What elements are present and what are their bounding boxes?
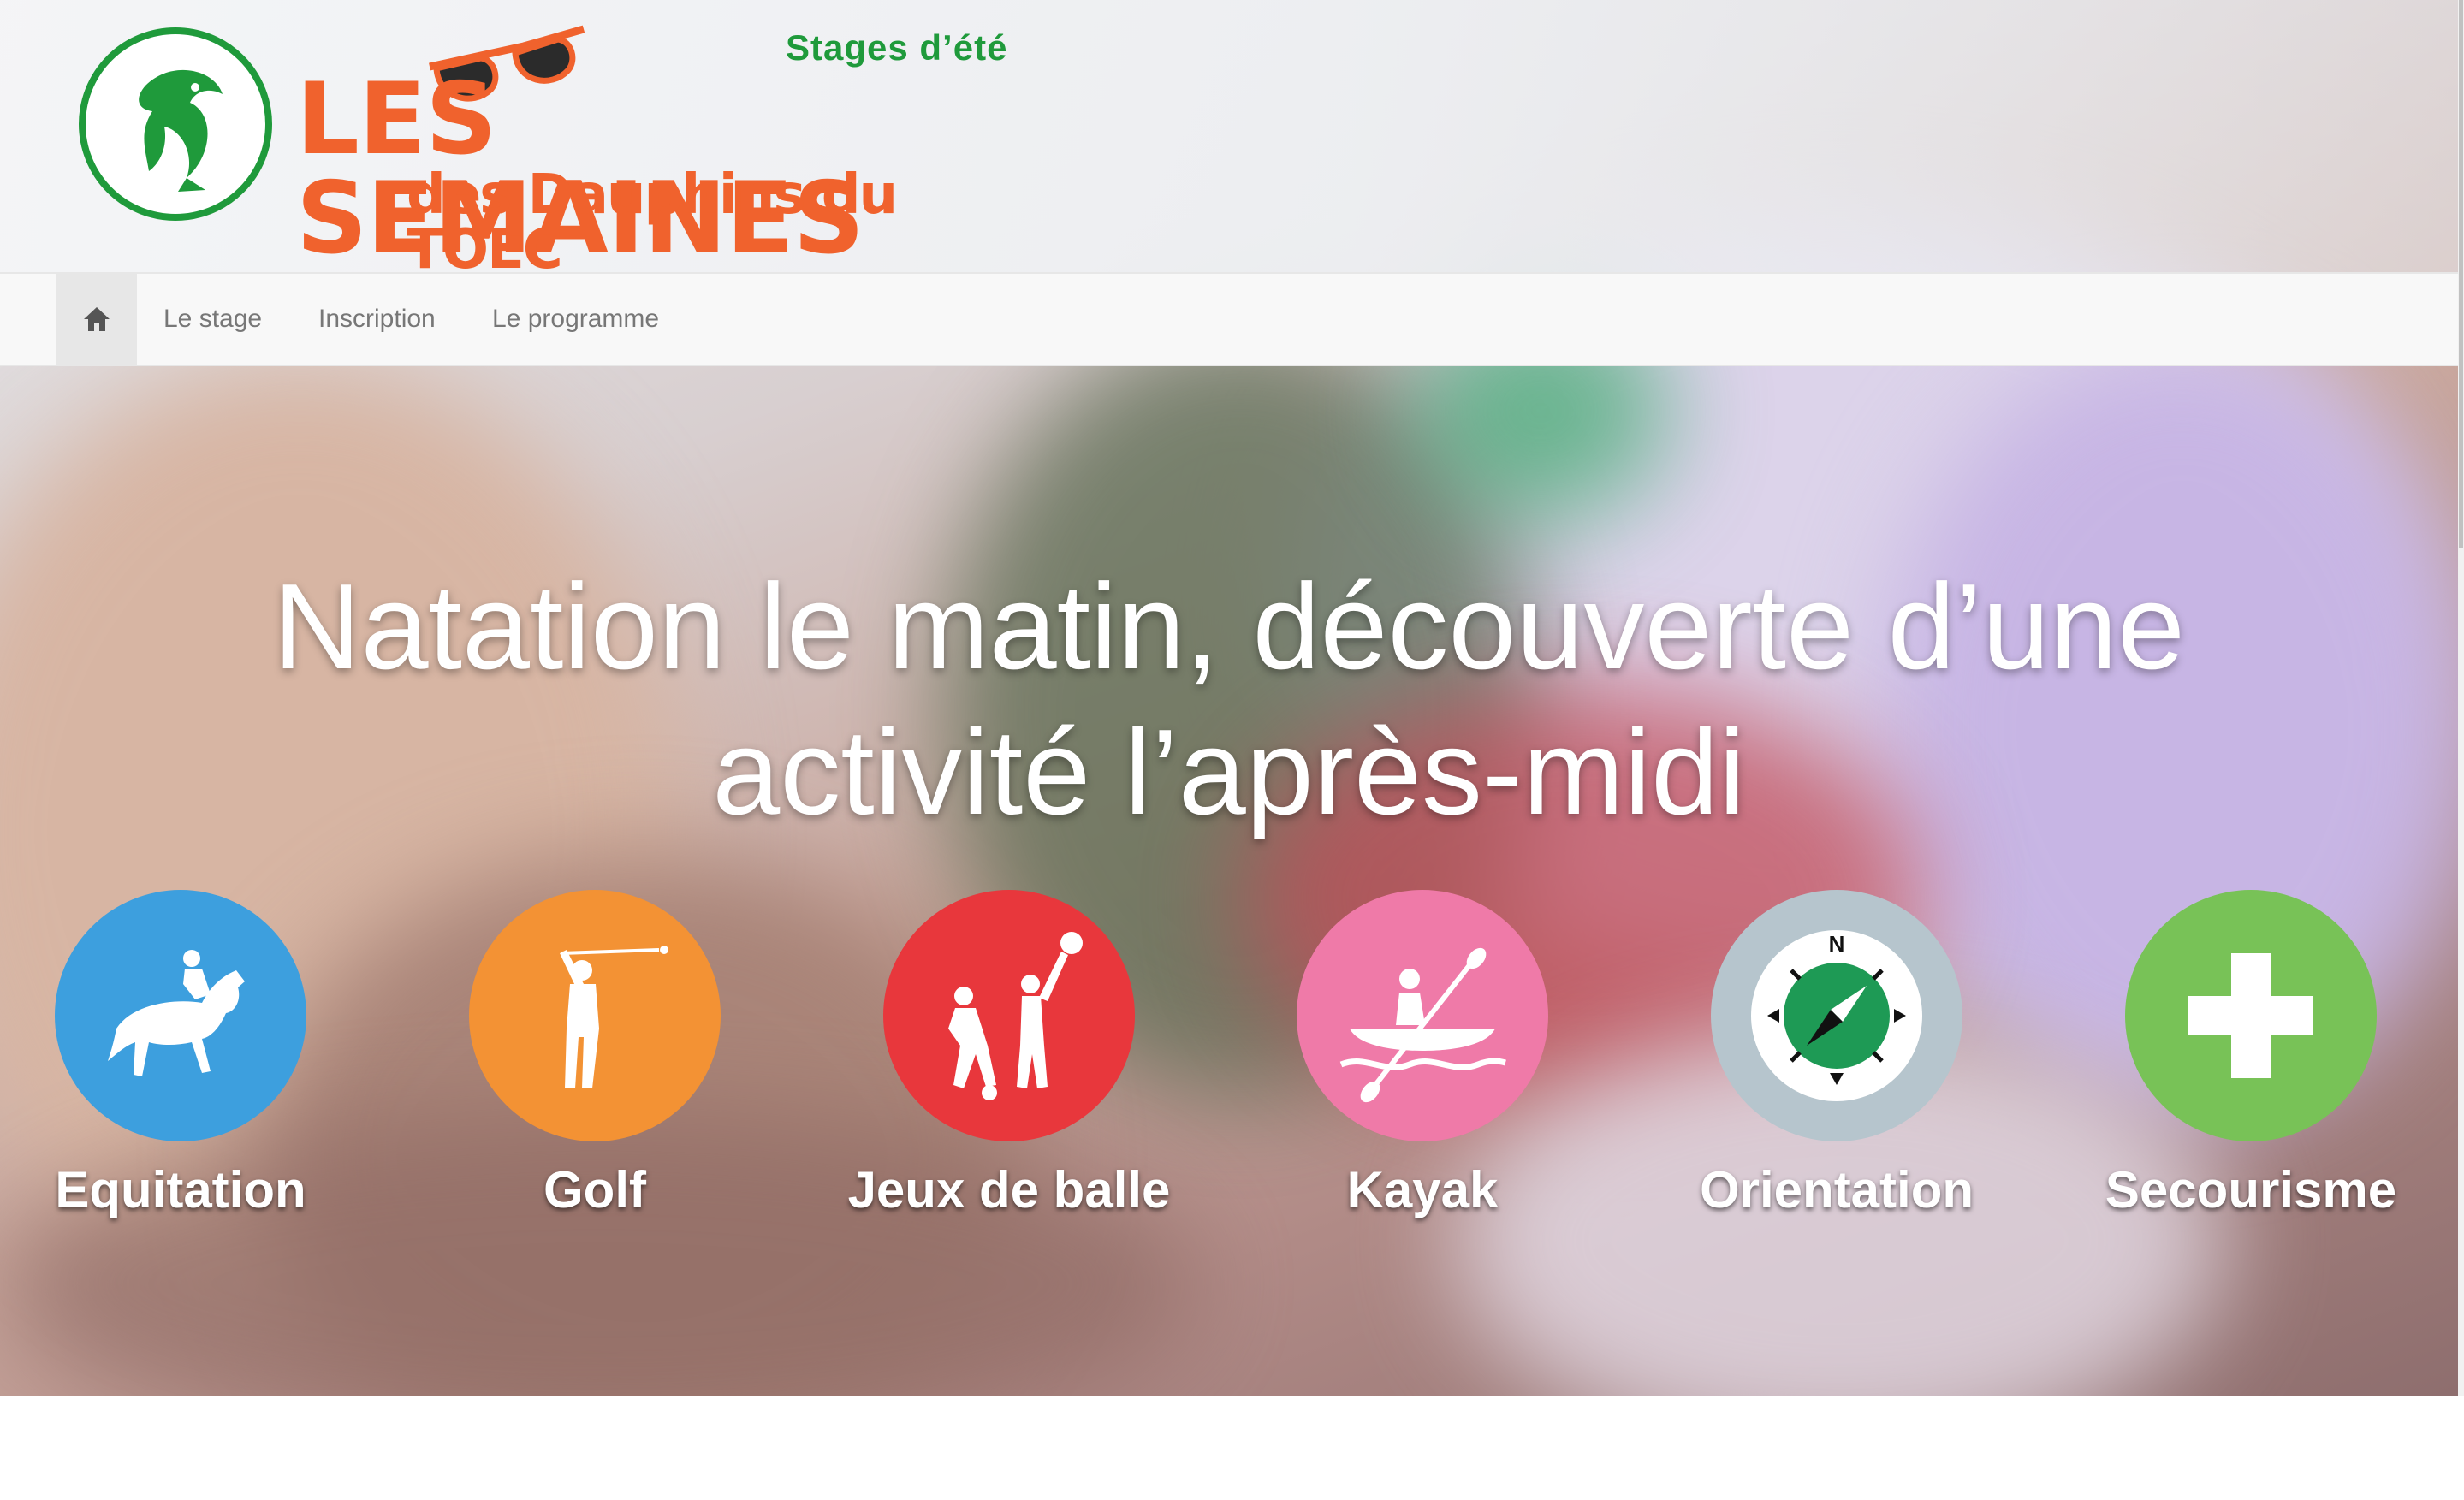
nav-home-button[interactable] [56,274,137,365]
activity-jeux-de-balle[interactable]: Jeux de balle [848,890,1170,1219]
activity-label[interactable]: Jeux de balle [829,1160,1189,1219]
main-navbar: Le stage Inscription Le programme [0,272,2458,366]
activity-orientation[interactable]: N Orientation [1700,890,1974,1219]
nav-link-inscription[interactable]: Inscription [318,274,436,365]
horse-rider-icon [108,950,245,1076]
kayak-icon [1339,947,1506,1103]
activity-label[interactable]: Equitation [1,1160,360,1219]
activity-circle[interactable]: N [1711,890,1962,1141]
logo-tagline: Stages d’été [786,27,1008,68]
site-logo[interactable]: Stages d’été LES SEMAINES des Dauphins d… [75,22,1025,277]
activity-golf[interactable]: Golf [466,890,723,1219]
home-icon [84,307,110,331]
activity-secourisme[interactable]: Secourisme [2105,890,2396,1219]
svg-text:N: N [1829,931,1845,957]
activity-circle[interactable] [469,890,721,1141]
scrollbar-thumb[interactable] [2459,0,2463,548]
dolphin-logo-icon [79,27,272,221]
activity-label[interactable]: Secourisme [2071,1160,2431,1219]
activity-label[interactable]: Kayak [1243,1160,1602,1219]
activity-circle[interactable] [55,890,306,1141]
activity-circle[interactable] [883,890,1135,1141]
page-scrollbar[interactable] [2458,0,2464,1396]
activity-kayak[interactable]: Kayak [1294,890,1551,1219]
activity-circle[interactable] [2125,890,2377,1141]
hero-heading: Natation le matin, découverte d’une acti… [0,554,2458,845]
activity-equitation[interactable]: Equitation [52,890,309,1219]
ball-games-icon [948,932,1083,1100]
nav-link-le-stage[interactable]: Le stage [163,274,262,365]
activity-label[interactable]: Orientation [1657,1160,2016,1219]
golfer-icon [560,946,668,1088]
site-header: Stages d’été LES SEMAINES des Dauphins d… [0,0,2458,277]
compass-icon: N [1751,930,1922,1101]
logo-brand-sub: des Dauphins du TOEC [407,163,898,282]
nav-link-le-programme[interactable]: Le programme [492,274,659,365]
activity-circle[interactable] [1297,890,1548,1141]
hero-heading-line-1: Natation le matin, découverte d’une [273,559,2185,695]
hero-heading-line-2: activité l’après-midi [712,704,1746,840]
activity-label[interactable]: Golf [415,1160,775,1219]
first-aid-cross-icon [2188,953,2313,1078]
